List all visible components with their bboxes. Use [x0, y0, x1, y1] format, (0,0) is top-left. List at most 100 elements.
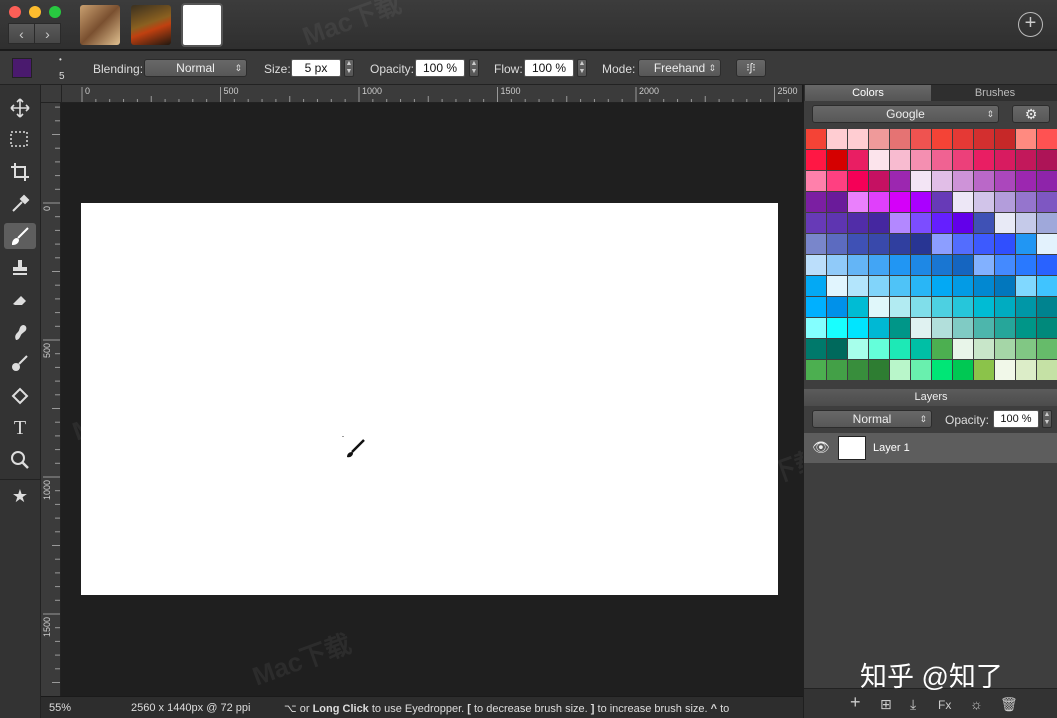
color-swatch[interactable]	[1016, 318, 1036, 338]
color-swatch[interactable]	[890, 234, 910, 254]
color-swatch[interactable]	[911, 339, 931, 359]
color-swatch[interactable]	[911, 297, 931, 317]
color-swatch[interactable]	[1037, 213, 1057, 233]
color-swatch[interactable]	[911, 360, 931, 380]
color-swatch[interactable]	[827, 129, 847, 149]
brush-tool[interactable]	[4, 223, 36, 249]
symmetry-button[interactable]: ⁝ʃ⁝	[736, 59, 766, 77]
color-swatch[interactable]	[1016, 234, 1036, 254]
color-swatch[interactable]	[911, 171, 931, 191]
color-swatch[interactable]	[869, 339, 889, 359]
color-swatch[interactable]	[806, 171, 826, 191]
color-swatch[interactable]	[974, 318, 994, 338]
color-swatch[interactable]	[953, 276, 973, 296]
color-swatch[interactable]	[1037, 339, 1057, 359]
color-swatch[interactable]	[995, 297, 1015, 317]
palette-settings-button[interactable]: ⚙	[1012, 105, 1050, 123]
color-swatch[interactable]	[848, 360, 868, 380]
color-swatch[interactable]	[827, 276, 847, 296]
color-swatch[interactable]	[1016, 255, 1036, 275]
color-swatch[interactable]	[848, 234, 868, 254]
color-swatch[interactable]	[932, 255, 952, 275]
crop-tool[interactable]	[0, 157, 40, 187]
color-swatch[interactable]	[953, 213, 973, 233]
color-swatch[interactable]	[1037, 150, 1057, 170]
document-thumbnail-blank[interactable]	[181, 3, 223, 47]
select-tool[interactable]	[0, 125, 40, 155]
layer-effects-button[interactable]: Fx	[938, 698, 951, 712]
color-swatch[interactable]	[995, 360, 1015, 380]
color-swatch[interactable]	[932, 339, 952, 359]
color-swatch[interactable]	[995, 192, 1015, 212]
color-swatch[interactable]	[827, 150, 847, 170]
size-field[interactable]: 5 px	[291, 59, 341, 77]
color-swatch[interactable]	[995, 339, 1015, 359]
color-swatch[interactable]	[869, 297, 889, 317]
color-swatch[interactable]	[974, 171, 994, 191]
color-swatch[interactable]	[869, 318, 889, 338]
color-swatch[interactable]	[1016, 213, 1036, 233]
color-swatch[interactable]	[869, 213, 889, 233]
color-swatch[interactable]	[806, 234, 826, 254]
color-swatch[interactable]	[932, 171, 952, 191]
color-swatch[interactable]	[932, 129, 952, 149]
color-swatch[interactable]	[911, 276, 931, 296]
color-swatch[interactable]	[1016, 339, 1036, 359]
color-swatch[interactable]	[911, 213, 931, 233]
color-swatch[interactable]	[1037, 255, 1057, 275]
size-stepper[interactable]: ▲ ▼	[344, 59, 354, 77]
zoom-window-button[interactable]	[49, 6, 61, 18]
color-swatch[interactable]	[953, 297, 973, 317]
color-swatch[interactable]	[890, 360, 910, 380]
eyedropper-tool[interactable]	[0, 189, 40, 219]
layer-blend-dropdown[interactable]: Normal ⇕	[812, 410, 932, 428]
color-swatch[interactable]	[890, 213, 910, 233]
color-swatch[interactable]	[974, 360, 994, 380]
color-swatch[interactable]	[995, 234, 1015, 254]
color-swatch[interactable]	[848, 297, 868, 317]
color-swatch[interactable]	[848, 129, 868, 149]
color-swatch[interactable]	[848, 276, 868, 296]
text-tool[interactable]: T	[0, 413, 40, 443]
color-swatch[interactable]	[995, 318, 1015, 338]
color-swatch[interactable]	[869, 192, 889, 212]
color-swatch[interactable]	[1037, 171, 1057, 191]
color-swatch[interactable]	[995, 150, 1015, 170]
color-swatch[interactable]	[974, 129, 994, 149]
color-swatch[interactable]	[890, 276, 910, 296]
color-swatch[interactable]	[953, 171, 973, 191]
color-swatch[interactable]	[995, 171, 1015, 191]
color-swatch[interactable]	[911, 318, 931, 338]
layer-row[interactable]: 👁 Layer 1	[804, 433, 1057, 463]
color-swatch[interactable]	[1016, 192, 1036, 212]
color-swatch[interactable]	[1037, 234, 1057, 254]
color-swatch[interactable]	[827, 360, 847, 380]
color-swatch[interactable]	[890, 297, 910, 317]
color-swatch[interactable]	[911, 129, 931, 149]
close-window-button[interactable]	[9, 6, 21, 18]
color-swatch[interactable]	[806, 150, 826, 170]
color-swatch[interactable]	[827, 171, 847, 191]
color-swatch[interactable]	[890, 129, 910, 149]
color-swatch[interactable]	[932, 192, 952, 212]
color-swatch[interactable]	[953, 255, 973, 275]
flow-stepper[interactable]: ▲ ▼	[577, 59, 587, 77]
color-swatch[interactable]	[890, 339, 910, 359]
color-swatch[interactable]	[1016, 150, 1036, 170]
forward-button[interactable]: ›	[34, 23, 61, 44]
color-swatch[interactable]	[932, 297, 952, 317]
color-swatch[interactable]	[806, 297, 826, 317]
palette-dropdown[interactable]: Google ⇕	[812, 105, 999, 123]
color-swatch[interactable]	[1037, 276, 1057, 296]
color-swatch[interactable]	[827, 318, 847, 338]
add-layer-icon[interactable]: +	[850, 692, 861, 713]
color-swatch[interactable]	[953, 192, 973, 212]
color-swatch[interactable]	[1016, 360, 1036, 380]
color-swatch[interactable]	[869, 234, 889, 254]
color-swatch[interactable]	[932, 276, 952, 296]
blending-dropdown[interactable]: Normal ⇕	[144, 59, 247, 77]
color-swatch[interactable]	[995, 255, 1015, 275]
color-swatch[interactable]	[869, 276, 889, 296]
color-swatch[interactable]	[1037, 192, 1057, 212]
color-swatch[interactable]	[848, 150, 868, 170]
